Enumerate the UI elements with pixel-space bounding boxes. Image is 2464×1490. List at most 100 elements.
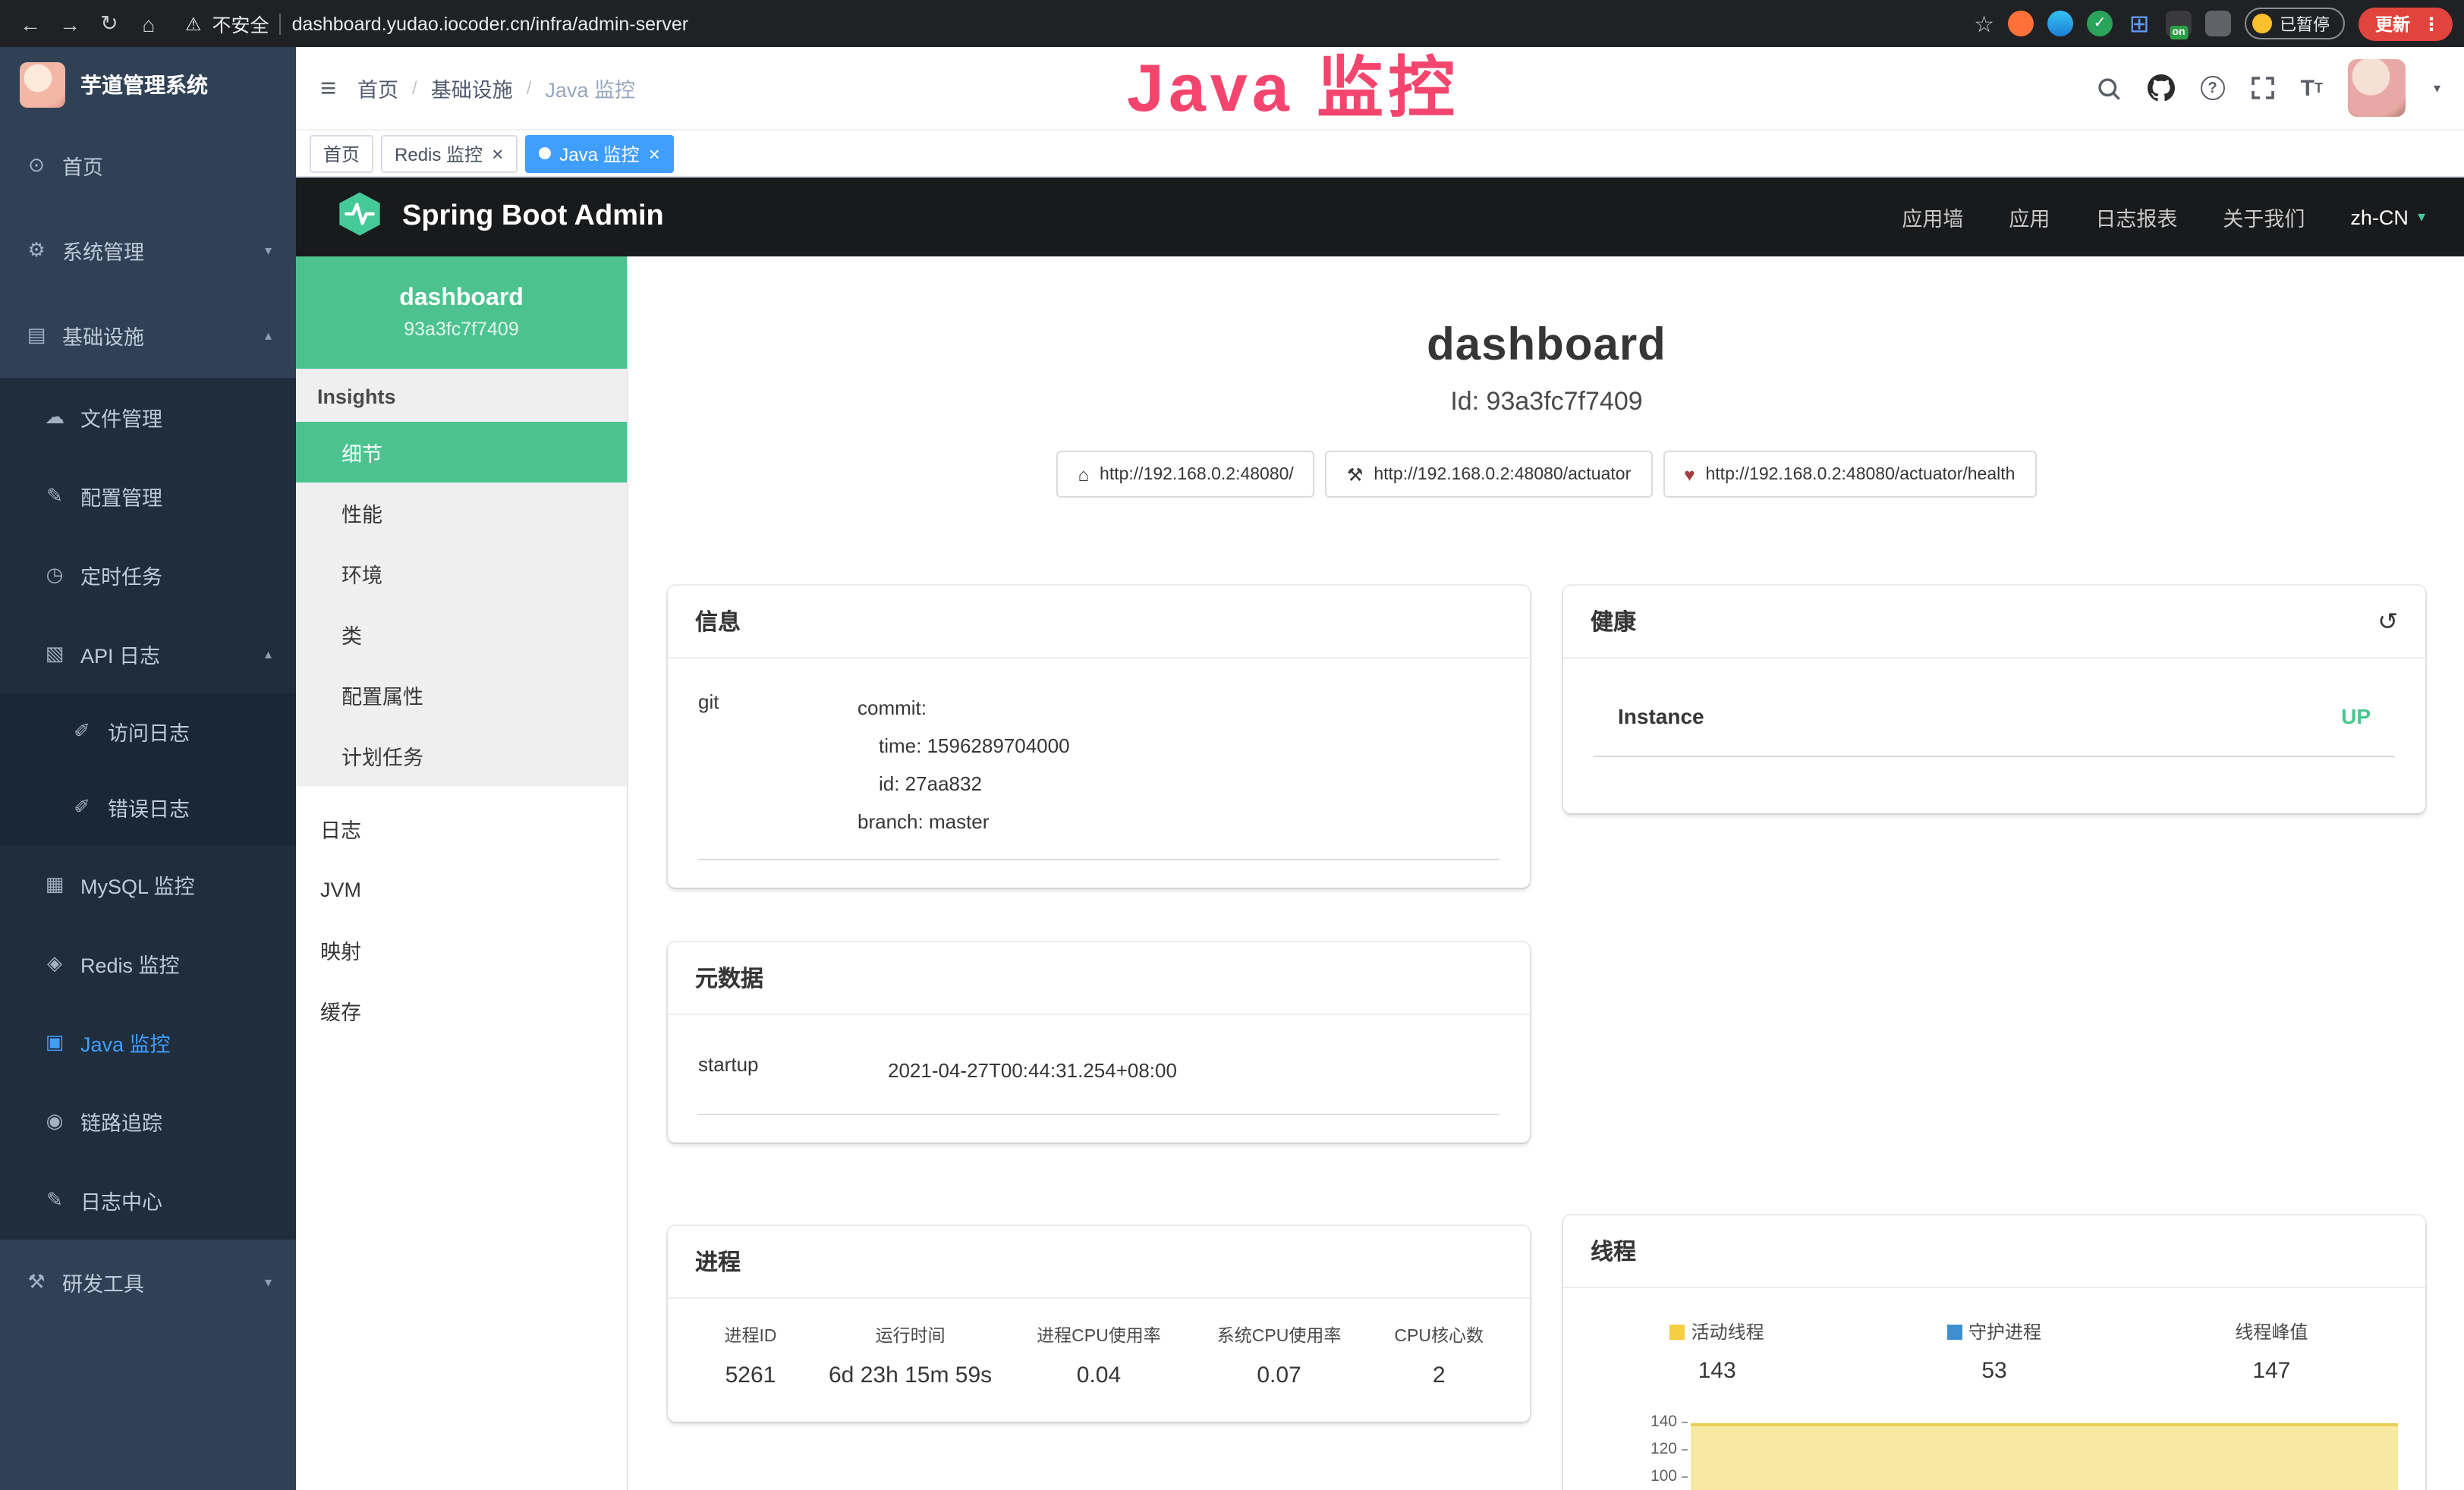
- sidebar-item-redis-monitor[interactable]: ◈ Redis 监控: [0, 924, 296, 1003]
- close-icon[interactable]: ×: [492, 143, 503, 163]
- github-icon[interactable]: [2148, 74, 2175, 102]
- header-actions: ? TT ▾: [2096, 59, 2440, 117]
- extension-icon-puzzle[interactable]: [2205, 11, 2231, 36]
- chart-plot-area: [1688, 1408, 2398, 1490]
- dashboard-icon: ⊙: [24, 153, 49, 178]
- eye-icon: ◉: [42, 1109, 67, 1133]
- address-bar[interactable]: ⚠ 不安全 dashboard.yudao.iocoder.cn/infra/a…: [185, 9, 688, 38]
- extension-icon-lion[interactable]: [2008, 11, 2034, 36]
- extension-icon-drop[interactable]: [2047, 11, 2073, 36]
- clock-icon: ◷: [42, 563, 67, 587]
- sba-item-scheduled-tasks[interactable]: 计划任务: [296, 725, 627, 786]
- reload-icon[interactable]: ↻: [91, 11, 127, 36]
- sidebar-item-file-manage[interactable]: ☁ 文件管理: [0, 378, 296, 457]
- redis-icon: ◈: [42, 951, 67, 976]
- url-text[interactable]: dashboard.yudao.iocoder.cn/infra/admin-s…: [292, 13, 689, 34]
- cards-grid: 信息 git commit: time: 1596289704000 id: 2…: [628, 586, 2464, 1490]
- sba-item-details[interactable]: 细节: [296, 422, 627, 483]
- cloud-icon: ☁: [42, 405, 67, 429]
- bookmark-star-icon[interactable]: ☆: [1974, 10, 1994, 37]
- breadcrumb-home[interactable]: 首页: [357, 73, 398, 103]
- avatar[interactable]: [2349, 59, 2406, 117]
- tab-redis-monitor[interactable]: Redis 监控 ×: [381, 134, 517, 172]
- update-button[interactable]: 更新 ⋮: [2359, 7, 2453, 40]
- sba-item-mappings[interactable]: 映射: [296, 919, 627, 980]
- git-commit-time: time: 1596289704000: [858, 727, 1499, 765]
- back-icon[interactable]: ←: [12, 11, 49, 36]
- git-commit-id: id: 27aa832: [858, 765, 1499, 803]
- sidebar-item-api-log[interactable]: ▧ API 日志 ▴: [0, 615, 296, 693]
- page-title: dashboard: [628, 320, 2464, 372]
- sba-group-insights[interactable]: Insights: [296, 369, 627, 422]
- sba-item-classes[interactable]: 类: [296, 604, 627, 665]
- chart-area-series: [1691, 1423, 2398, 1490]
- close-icon[interactable]: ×: [649, 143, 660, 163]
- git-commit-label: commit:: [858, 689, 1499, 727]
- app-logo-row[interactable]: 芋道管理系统: [0, 47, 296, 123]
- breadcrumb-infra[interactable]: 基础设施: [431, 73, 513, 103]
- url-divider: [280, 13, 282, 34]
- info-card: 信息 git commit: time: 1596289704000 id: 2…: [668, 586, 1530, 888]
- browser-menu-icon[interactable]: ⋮: [2418, 13, 2445, 34]
- forward-icon[interactable]: →: [52, 11, 88, 36]
- sba-item-environment[interactable]: 环境: [296, 543, 627, 604]
- hamburger-icon[interactable]: ≡: [320, 72, 336, 104]
- sba-item-performance[interactable]: 性能: [296, 483, 627, 543]
- sidebar-item-error-log[interactable]: ✐ 错误日志: [0, 769, 296, 845]
- tab-home[interactable]: 首页: [310, 134, 373, 172]
- process-val-sys-cpu: 0.07: [1189, 1353, 1370, 1413]
- sba-item-jvm[interactable]: JVM: [296, 859, 627, 919]
- instance-id: 93a3fc7f7409: [404, 319, 519, 340]
- fullscreen-icon[interactable]: [2251, 76, 2275, 100]
- instance-header[interactable]: dashboard 93a3fc7f7409: [296, 256, 627, 369]
- git-branch: branch: master: [858, 803, 1499, 841]
- y-tick: 120: [1578, 1435, 1688, 1463]
- health-url-button[interactable]: ♥ http://192.168.0.2:48080/actuator/heal…: [1663, 451, 2036, 498]
- actuator-url-button[interactable]: ⚒ http://192.168.0.2:48080/actuator: [1326, 451, 1652, 498]
- breadcrumb: 首页 / 基础设施 / Java 监控: [357, 73, 635, 103]
- sidebar-item-access-log[interactable]: ✐ 访问日志: [0, 693, 296, 769]
- sidebar-item-infra[interactable]: ▤ 基础设施 ▴: [0, 293, 296, 378]
- history-icon[interactable]: ↺: [2377, 606, 2398, 637]
- search-icon[interactable]: [2096, 75, 2122, 101]
- sba-item-logs[interactable]: 日志: [296, 798, 627, 859]
- extension-icon-grid[interactable]: ⊞: [2126, 11, 2152, 36]
- heart-icon: ♥: [1684, 464, 1695, 485]
- breadcrumb-separator: /: [527, 77, 532, 99]
- locale-select[interactable]: zh-CN ▾: [2350, 206, 2425, 228]
- threads-legend: 活动线程 143 守护进程 53 线程峰值 147: [1578, 1319, 2410, 1384]
- sba-item-config-props[interactable]: 配置属性: [296, 665, 627, 725]
- sba-nav-journal[interactable]: 日志报表: [2095, 202, 2177, 232]
- browser-home-icon[interactable]: ⌂: [131, 11, 167, 36]
- sba-nav-applications[interactable]: 应用: [2009, 202, 2050, 232]
- paused-badge[interactable]: 已暂停: [2245, 8, 2345, 39]
- app-sidebar: 芋道管理系统 ⊙ 首页 ⚙ 系统管理 ▾ ▤ 基础设施 ▴ ☁ 文件管理 ✎: [0, 47, 296, 1490]
- help-icon[interactable]: ?: [2201, 76, 2225, 100]
- extension-icon-green-check[interactable]: ✓: [2087, 11, 2113, 36]
- sidebar-item-config-manage[interactable]: ✎ 配置管理: [0, 457, 296, 536]
- sba-nav-wallboard[interactable]: 应用墙: [1902, 202, 1963, 232]
- threads-chart: 140 120 100: [1578, 1408, 2410, 1490]
- health-instance-row: Instance UP: [1594, 677, 2395, 757]
- sidebar-item-trace[interactable]: ◉ 链路追踪: [0, 1082, 296, 1161]
- card-title: 信息: [695, 605, 741, 637]
- sba-main: dashboard Id: 93a3fc7f7409 ⌂ http://192.…: [628, 256, 2464, 1490]
- sidebar-item-log-center[interactable]: ✎ 日志中心: [0, 1161, 296, 1240]
- tab-java-monitor[interactable]: Java 监控 ×: [524, 134, 674, 172]
- annotation-overlay: Java 监控: [1127, 33, 1459, 130]
- sidebar-item-home[interactable]: ⊙ 首页: [0, 123, 296, 208]
- tabs-bar: 首页 Redis 监控 × Java 监控 ×: [296, 129, 2464, 178]
- security-label: 不安全: [212, 9, 269, 38]
- font-size-icon[interactable]: TT: [2301, 75, 2323, 101]
- sidebar-item-system[interactable]: ⚙ 系统管理 ▾: [0, 208, 296, 293]
- sba-item-caches[interactable]: 缓存: [296, 980, 627, 1041]
- sidebar-item-mysql-monitor[interactable]: ▦ MySQL 监控: [0, 845, 296, 924]
- sba-nav-about[interactable]: 关于我们: [2223, 202, 2305, 232]
- extension-icon-on[interactable]: on: [2166, 11, 2192, 36]
- service-url-button[interactable]: ⌂ http://192.168.0.2:48080/: [1057, 451, 1315, 498]
- infra-icon: ▤: [24, 323, 49, 347]
- sidebar-item-devtools[interactable]: ⚒ 研发工具 ▾: [0, 1240, 296, 1325]
- sidebar-item-java-monitor[interactable]: ▣ Java 监控: [0, 1003, 296, 1082]
- info-git-row: git commit: time: 1596289704000 id: 27aa…: [698, 671, 1499, 860]
- sidebar-item-scheduled-job[interactable]: ◷ 定时任务: [0, 536, 296, 615]
